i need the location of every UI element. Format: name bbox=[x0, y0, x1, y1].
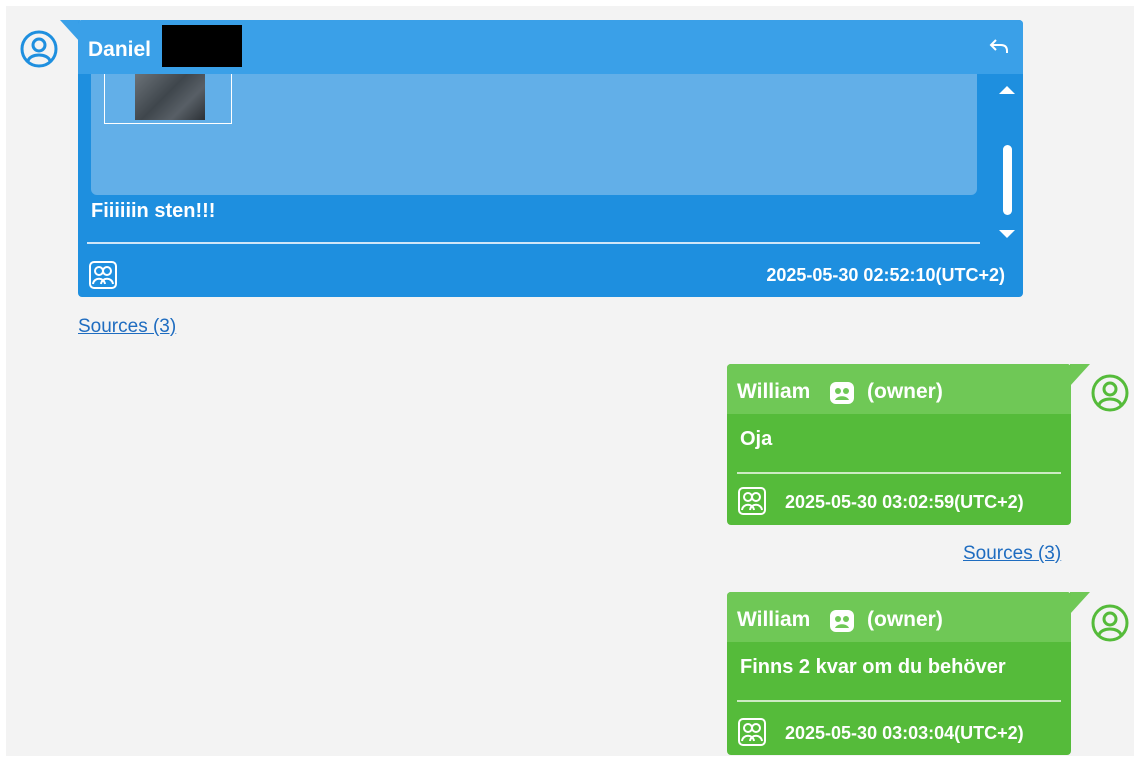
sources-link[interactable]: Sources (3) bbox=[78, 316, 176, 338]
user-avatar-icon[interactable] bbox=[1091, 374, 1129, 412]
image-attachment[interactable] bbox=[104, 74, 232, 124]
timestamp: 2025-05-30 03:02:59(UTC+2) bbox=[785, 492, 1024, 512]
scroll-down-arrow-icon[interactable] bbox=[999, 230, 1015, 238]
bubble-tail bbox=[1070, 364, 1090, 386]
team-badge-icon bbox=[830, 610, 854, 632]
participants-icon[interactable] bbox=[88, 260, 118, 290]
message-header: William (owner) bbox=[727, 364, 1071, 414]
user-avatar-icon[interactable] bbox=[1091, 604, 1129, 642]
reply-icon[interactable] bbox=[987, 34, 1011, 58]
sources-link[interactable]: Sources (3) bbox=[963, 543, 1061, 565]
sender-name: William bbox=[737, 608, 811, 631]
sender-name: William bbox=[737, 380, 811, 403]
divider bbox=[87, 242, 980, 244]
image-thumbnail[interactable] bbox=[135, 74, 205, 120]
scroll-up-arrow-icon[interactable] bbox=[999, 86, 1015, 94]
timestamp: 2025-05-30 02:52:10(UTC+2) bbox=[766, 265, 1005, 285]
message-text: Finns 2 kvar om du behöver bbox=[740, 656, 1006, 678]
message-header: William (owner) bbox=[727, 592, 1071, 642]
message-text: Oja bbox=[740, 428, 773, 450]
divider bbox=[737, 472, 1061, 474]
sender-name: Daniel bbox=[88, 38, 152, 61]
message-header: Daniel bbox=[78, 20, 1023, 74]
scrollbar-thumb[interactable] bbox=[1003, 145, 1012, 215]
bubble-tail bbox=[1070, 592, 1090, 614]
message-text: Fiiiiiin sten!!! bbox=[91, 200, 216, 222]
bubble-tail bbox=[60, 20, 80, 42]
message-bubble-outgoing[interactable]: William (owner) Oja 2025-05-30 03:02:59(… bbox=[727, 364, 1071, 525]
redaction-box bbox=[162, 25, 242, 67]
sender-role: (owner) bbox=[867, 608, 943, 631]
user-avatar-icon[interactable] bbox=[20, 30, 58, 68]
timestamp: 2025-05-30 03:03:04(UTC+2) bbox=[785, 723, 1024, 743]
message-bubble-outgoing[interactable]: William (owner) Finns 2 kvar om du behöv… bbox=[727, 592, 1071, 755]
divider bbox=[737, 700, 1061, 702]
attachment-area bbox=[91, 74, 977, 195]
team-badge-icon bbox=[830, 382, 854, 404]
sender-role: (owner) bbox=[867, 380, 943, 403]
participants-icon[interactable] bbox=[737, 486, 767, 516]
participants-icon[interactable] bbox=[737, 717, 767, 747]
message-bubble-incoming[interactable]: Daniel Fiiiiiin sten!!! 2025-05-30 02:52… bbox=[78, 20, 1023, 297]
